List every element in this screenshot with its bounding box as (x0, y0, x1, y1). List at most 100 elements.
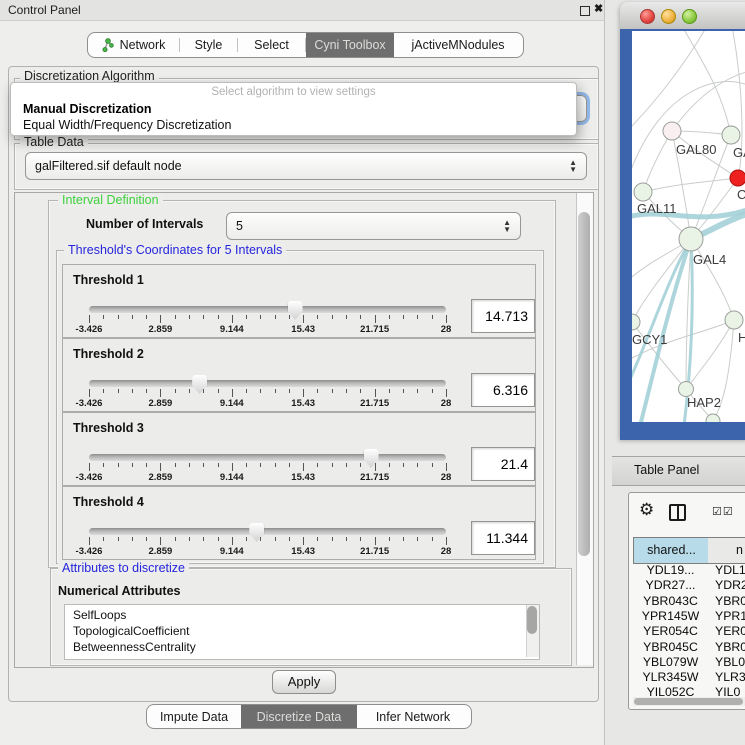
table-row[interactable]: YLR345WYLR3 (633, 670, 745, 685)
table-rows: YDL19...YDL1YDR27...YDR2YBR043CYBR0YPR14… (633, 563, 745, 696)
tab-jactivemnodules[interactable]: jActiveMNodules (394, 33, 522, 57)
tick-mark (389, 537, 390, 541)
threshold-value-field[interactable]: 21.4 (471, 447, 535, 481)
threshold-value-field[interactable]: 14.713 (471, 299, 535, 333)
table-row[interactable]: YDR27...YDR2 (633, 578, 745, 593)
horizontal-scrollbar-thumb[interactable] (634, 698, 743, 705)
threshold-slider-track[interactable] (89, 528, 446, 535)
threshold-value-field[interactable]: 11.344 (471, 521, 535, 555)
list-item-betweennesscentrality[interactable]: BetweennessCentrality (73, 640, 196, 654)
network-node-selected-red-node[interactable] (730, 170, 745, 186)
table-data-select[interactable]: galFiltered.sif default node ▲▼ (25, 152, 587, 180)
network-node-GAL11[interactable] (634, 183, 652, 201)
network-node-GAL4[interactable] (679, 227, 703, 251)
tick-label: 28 (441, 324, 452, 335)
tick-label: -3.426 (76, 546, 103, 557)
network-edge[interactable] (643, 178, 738, 192)
table-row[interactable]: YBL079WYBL0 (633, 655, 745, 670)
select-columns-icon[interactable]: ☑☑ (712, 505, 734, 518)
tick-mark (146, 463, 147, 467)
zoom-traffic-light-icon[interactable] (682, 9, 697, 24)
network-edge[interactable] (632, 239, 691, 322)
tick-mark (218, 537, 219, 541)
float-window-icon[interactable] (580, 6, 590, 16)
minimize-traffic-light-icon[interactable] (661, 9, 676, 24)
network-edge[interactable] (632, 31, 707, 131)
threshold-slider-track[interactable] (89, 306, 446, 313)
threshold-value-field[interactable]: 6.316 (471, 373, 535, 407)
cell-name: YPR1 (715, 609, 745, 623)
attributes-scrollbar-thumb[interactable] (527, 606, 537, 634)
threshold-row: Threshold 4-3.4262.8599.14415.4321.71528… (62, 486, 536, 560)
threshold-label: Threshold 3 (73, 421, 144, 435)
tick-mark (246, 463, 247, 467)
tick-mark (246, 389, 247, 393)
tick-mark (432, 537, 433, 541)
tick-mark (332, 463, 333, 467)
column-header-name[interactable]: n (708, 537, 745, 564)
network-node-node-right[interactable] (725, 311, 743, 329)
threshold-slider-track[interactable] (89, 380, 446, 387)
table-row[interactable]: YBR043CYBR0 (633, 594, 745, 609)
tick-mark (89, 537, 90, 545)
table-row[interactable]: YIL052CYIL0 (633, 685, 745, 696)
threshold-row: Threshold 1-3.4262.8599.14415.4321.71528… (62, 264, 536, 338)
list-item-selfloops[interactable]: SelfLoops (73, 608, 126, 622)
bottom-tab-bar: Impute DataDiscretize DataInfer Network (146, 704, 472, 729)
list-item-topologicalcoefficient[interactable]: TopologicalCoefficient (73, 624, 190, 638)
tick-mark (303, 389, 304, 397)
tab-label: Network (120, 38, 166, 52)
tick-mark (303, 463, 304, 471)
table-panel-title: Table Panel (634, 463, 699, 477)
tab-discretize-data[interactable]: Discretize Data (241, 705, 357, 728)
table-row[interactable]: YDL19...YDL1 (633, 563, 745, 578)
apply-button[interactable]: Apply (272, 670, 336, 694)
tab-network[interactable]: Network (88, 33, 179, 57)
vertical-scrollbar-thumb[interactable] (578, 212, 590, 556)
cell-name: YLR3 (715, 670, 745, 684)
tick-mark (175, 463, 176, 467)
dropdown-option-equal-width-frequency[interactable]: Equal Width/Frequency Discretization (23, 118, 231, 132)
threshold-slider-track[interactable] (89, 454, 446, 461)
tab-cyni-toolbox[interactable]: Cyni Toolbox (306, 33, 394, 57)
network-edge[interactable] (672, 71, 745, 131)
network-edge[interactable] (643, 131, 672, 192)
gear-icon[interactable]: ⚙ (639, 501, 654, 518)
dropdown-option-manual-discretization[interactable]: Manual Discretization (23, 102, 152, 116)
node-label-GCY1: GCY1 (632, 332, 667, 347)
control-panel-title: Control Panel (8, 3, 81, 17)
network-canvas[interactable]: GAL80GACGAL11GAL4GCY1HHAP2 (632, 31, 745, 422)
network-node-GCY1[interactable] (632, 314, 640, 330)
slider-tick-labels: -3.4262.8599.14415.4321.71528 (89, 398, 446, 409)
tick-mark (332, 537, 333, 541)
cell-shared-name: YPR145W (633, 609, 708, 623)
tick-mark (203, 389, 204, 393)
tab-style[interactable]: Style (180, 33, 237, 57)
tick-label: 15.43 (291, 546, 315, 557)
number-of-intervals-select[interactable]: 5 ▲▼ (226, 212, 521, 240)
column-header-shared-name[interactable]: shared... (633, 537, 710, 564)
table-row[interactable]: YPR145W YPR1 (633, 609, 745, 624)
table-row[interactable]: YBR045CYBR0 (633, 640, 745, 655)
numerical-attributes-list[interactable]: SelfLoops TopologicalCoefficient Betweenne… (64, 604, 540, 660)
network-edge[interactable] (682, 31, 731, 135)
cell-shared-name: YIL052C (633, 685, 708, 696)
tab-impute-data[interactable]: Impute Data (147, 705, 241, 728)
tab-infer-network[interactable]: Infer Network (357, 705, 469, 728)
screen: Control Panel ✖ Network StyleSelectCyni T… (0, 0, 745, 745)
tab-select[interactable]: Select (238, 33, 305, 57)
network-node-node-upper-right[interactable] (722, 126, 740, 144)
tick-mark (175, 315, 176, 319)
threshold-row: Threshold 3-3.4262.8599.14415.4321.71528… (62, 412, 536, 486)
cell-name: YDL1 (715, 563, 745, 577)
table-row[interactable]: YER054CYER0 (633, 624, 745, 639)
close-traffic-light-icon[interactable] (640, 9, 655, 24)
tick-mark (403, 315, 404, 319)
tick-mark (375, 389, 376, 397)
close-icon[interactable]: ✖ (594, 2, 603, 15)
tick-mark (203, 537, 204, 541)
split-columns-icon[interactable] (669, 504, 686, 521)
tick-label: 15.43 (291, 472, 315, 483)
control-panel-window: Control Panel ✖ Network StyleSelectCyni T… (0, 0, 605, 745)
network-node-GAL80[interactable] (663, 122, 681, 140)
